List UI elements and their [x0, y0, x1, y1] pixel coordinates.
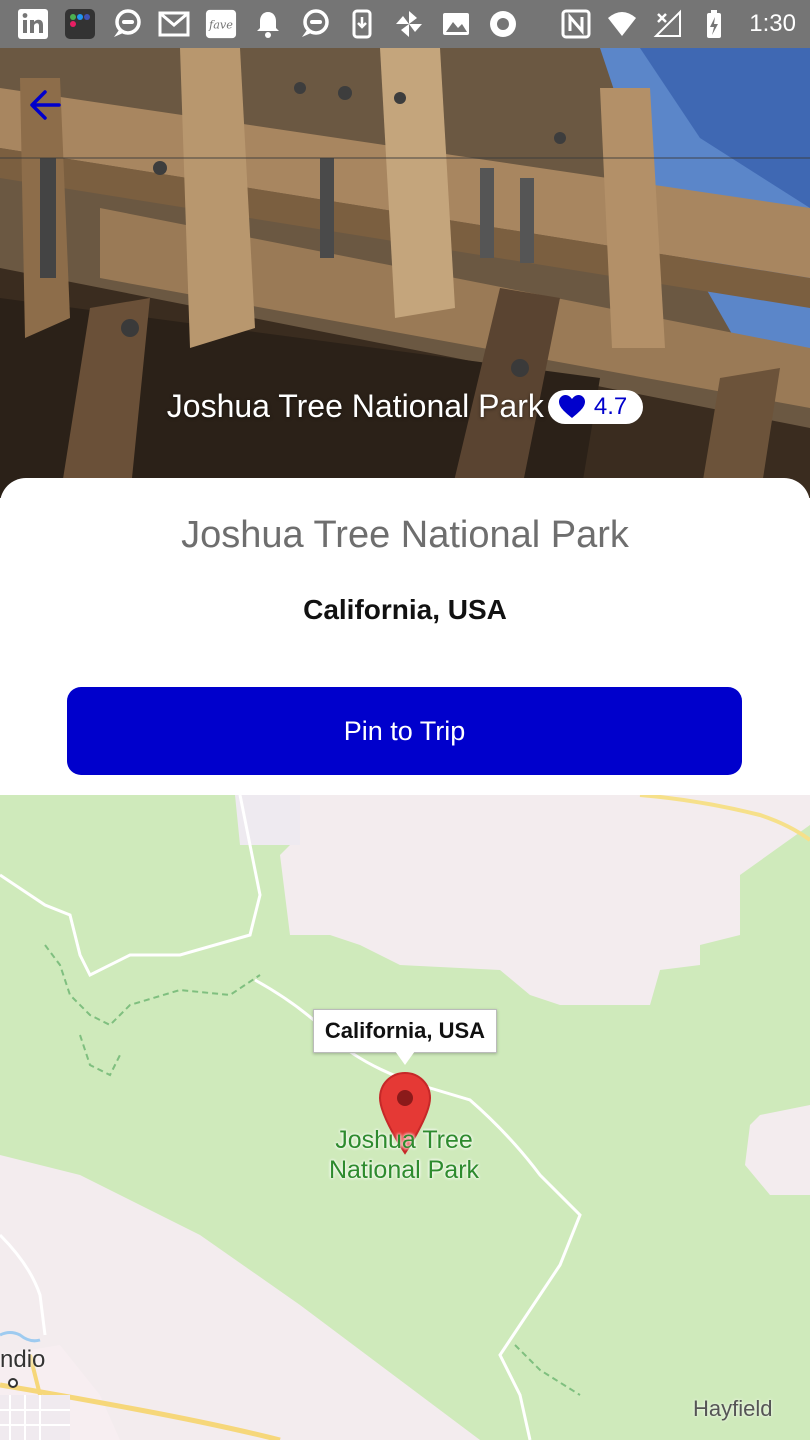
- rating-value: 4.7: [593, 392, 628, 420]
- svg-text:fave: fave: [208, 19, 233, 32]
- map-park-label-line1: Joshua Tree: [335, 1126, 473, 1154]
- map-park-label: Joshua Tree National Park: [304, 1125, 504, 1185]
- status-bar: fave 1:30: [0, 0, 810, 48]
- notification-bell-icon: [251, 7, 285, 41]
- image-icon: [439, 7, 473, 41]
- wifi-icon: [605, 7, 639, 41]
- map-info-window[interactable]: California, USA: [313, 1009, 497, 1053]
- map-view[interactable]: California, USA Joshua Tree National Par…: [0, 795, 810, 1440]
- gmail-icon: [157, 7, 191, 41]
- rating-badge[interactable]: 4.7: [547, 389, 644, 424]
- battery-icon: [697, 7, 731, 41]
- wooden-structure-photo: [0, 48, 810, 498]
- place-card: Joshua Tree National Park California, US…: [0, 478, 810, 795]
- place-location: California, USA: [303, 594, 507, 625]
- heart-icon: [558, 394, 585, 418]
- hero-divider: [0, 157, 810, 159]
- status-time: 1:30: [749, 10, 796, 37]
- download-icon: [345, 7, 379, 41]
- pin-to-trip-button[interactable]: Pin to Trip: [67, 687, 742, 775]
- arrow-left-icon: [30, 90, 61, 120]
- map-town-label-left: ndio: [0, 1346, 46, 1373]
- map-town-label-right: Hayfield: [693, 1396, 773, 1421]
- nfc-icon: [559, 7, 593, 41]
- chat-icon: [110, 7, 144, 41]
- hero-title: Joshua Tree National Park: [166, 388, 544, 424]
- signal-icon: [651, 7, 685, 41]
- back-button[interactable]: [22, 82, 68, 128]
- place-title: Joshua Tree National Park: [181, 514, 629, 556]
- pinwheel-icon: [392, 7, 426, 41]
- record-icon: [486, 7, 520, 41]
- map-park-label-line2: National Park: [328, 1156, 480, 1184]
- linkedin-icon: [16, 7, 50, 41]
- fave-icon: fave: [204, 7, 238, 41]
- app-folder-icon: [63, 7, 97, 41]
- hero-image: Joshua Tree National Park 4.7: [0, 48, 810, 498]
- map-info-window-tail: [395, 1051, 415, 1065]
- chat-icon-2: [298, 7, 332, 41]
- hero-title-row: Joshua Tree National Park 4.7: [0, 388, 810, 425]
